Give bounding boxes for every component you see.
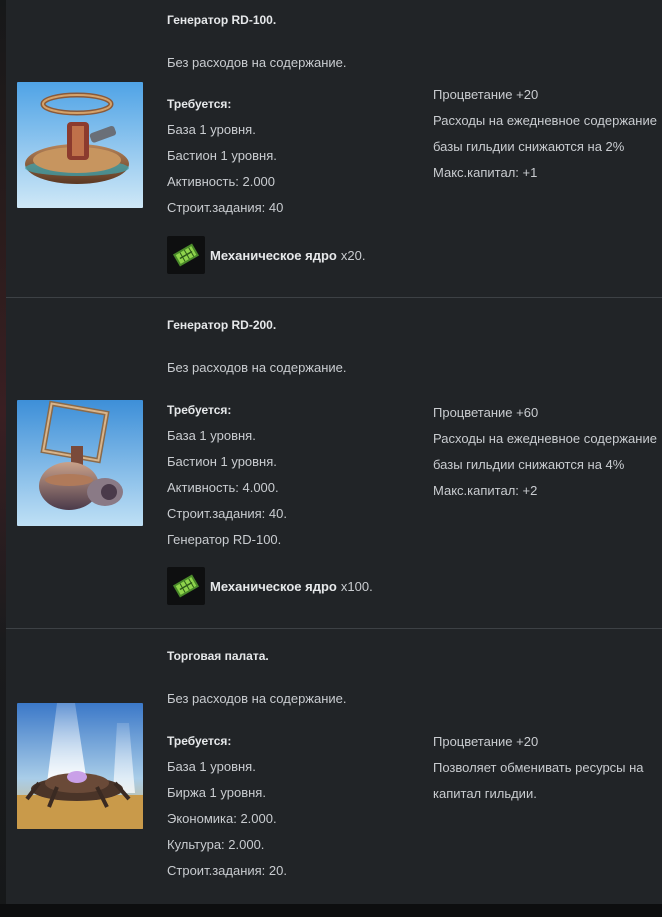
- bonus-list: Процветание +20 Расходы на ежедневное со…: [433, 87, 658, 191]
- entry-divider: [6, 297, 662, 298]
- mechanical-core-icon: [167, 236, 205, 274]
- requirement-item: Генератор RD-100.: [167, 532, 282, 547]
- requirements-label: Требуется:: [167, 403, 232, 417]
- requirement-item: Активность: 4.000.: [167, 480, 279, 495]
- requirement-item: Экономика: 2.000.: [167, 811, 277, 826]
- generator-rd100-image: [17, 82, 143, 208]
- buildings-panel: Генератор RD-100. Без расходов на содерж…: [6, 0, 662, 904]
- requirements-label: Требуется:: [167, 97, 232, 111]
- requirements-list: Требуется: База 1 уровня. Бастион 1 уров…: [167, 402, 287, 558]
- requirement-item: Строит.задания: 20.: [167, 863, 287, 878]
- requirement-item: Бастион 1 уровня.: [167, 454, 277, 469]
- upkeep-text: Без расходов на содержание.: [167, 691, 347, 706]
- bonus-item: Расходы на ежедневное содержание базы ги…: [433, 431, 657, 472]
- material-requirement[interactable]: Механическое ядро x100.: [167, 567, 373, 605]
- building-title: Торговая палата.: [167, 649, 269, 663]
- entry-divider: [6, 628, 662, 629]
- requirement-item: База 1 уровня.: [167, 428, 256, 443]
- requirement-item: Культура: 2.000.: [167, 837, 265, 852]
- upkeep-text: Без расходов на содержание.: [167, 55, 347, 70]
- requirements-list: Требуется: База 1 уровня. Биржа 1 уровня…: [167, 733, 287, 889]
- bonus-list: Процветание +60 Расходы на ежедневное со…: [433, 405, 658, 509]
- mechanical-core-icon: [167, 567, 205, 605]
- building-title: Генератор RD-200.: [167, 318, 277, 332]
- requirements-label: Требуется:: [167, 734, 232, 748]
- requirement-item: Строит.задания: 40: [167, 200, 284, 215]
- upkeep-text: Без расходов на содержание.: [167, 360, 347, 375]
- material-requirement[interactable]: Механическое ядро x20.: [167, 236, 365, 274]
- bonus-item: Позволяет обменивать ресурсы на капитал …: [433, 760, 644, 801]
- requirement-item: Активность: 2.000: [167, 174, 276, 189]
- material-quantity: x100.: [340, 578, 373, 594]
- bonus-item: Макс.капитал: +2: [433, 483, 538, 498]
- requirement-item: Бастион 1 уровня.: [167, 148, 277, 163]
- bonus-list: Процветание +20 Позволяет обменивать рес…: [433, 734, 658, 807]
- material-quantity: x20.: [340, 247, 366, 263]
- trade-chamber-image: [17, 703, 143, 829]
- bonus-item: Макс.капитал: +1: [433, 165, 538, 180]
- material-name: Механическое ядро: [210, 247, 337, 263]
- bottom-bar: [0, 904, 662, 917]
- requirement-item: База 1 уровня.: [167, 122, 256, 137]
- requirements-list: Требуется: База 1 уровня. Бастион 1 уров…: [167, 96, 283, 226]
- requirement-item: База 1 уровня.: [167, 759, 256, 774]
- material-name: Механическое ядро: [210, 578, 337, 594]
- requirement-item: Строит.задания: 40.: [167, 506, 287, 521]
- generator-rd200-image: [17, 400, 143, 526]
- requirement-item: Биржа 1 уровня.: [167, 785, 266, 800]
- bonus-item: Расходы на ежедневное содержание базы ги…: [433, 113, 657, 154]
- building-title: Генератор RD-100.: [167, 13, 277, 27]
